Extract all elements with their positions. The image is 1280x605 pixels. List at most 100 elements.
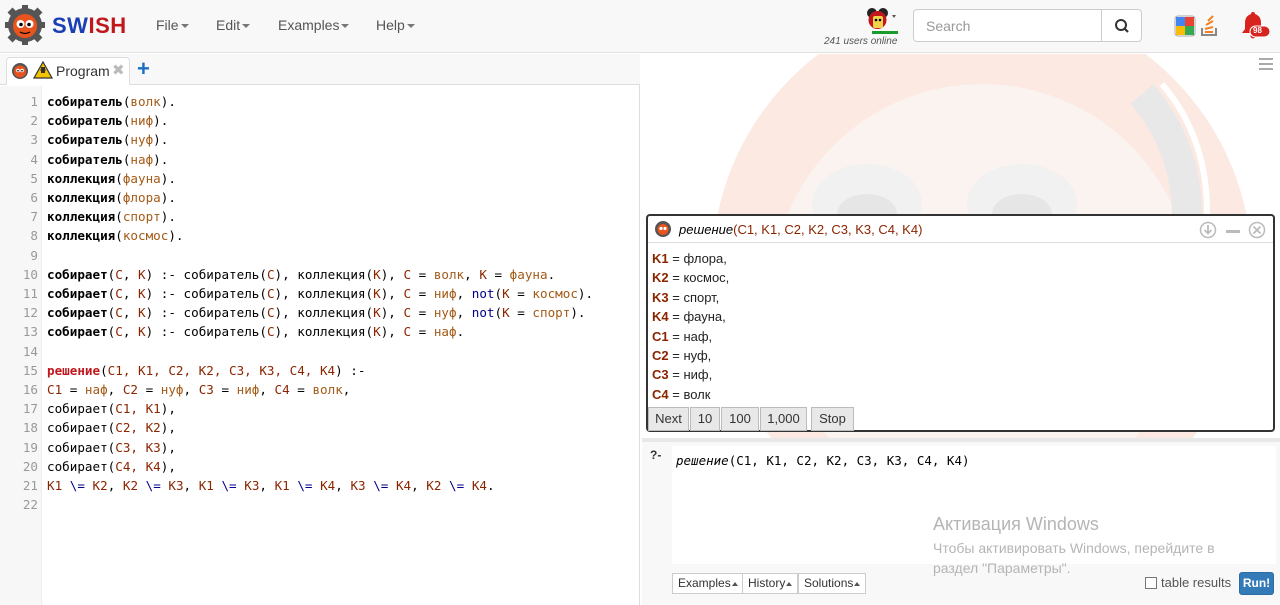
search-input[interactable]	[913, 9, 1102, 42]
code-token: собирает(	[47, 420, 116, 436]
code-line[interactable]: 1 собиратель(волк).	[0, 92, 640, 111]
code-token: =	[411, 286, 434, 301]
code-token: K4	[395, 478, 412, 493]
code-token: ).	[153, 132, 169, 148]
menu-file[interactable]: File	[156, 17, 189, 33]
code-token: спорт	[122, 209, 161, 225]
code-token: ) :-	[335, 362, 366, 378]
code-token: ).	[577, 286, 594, 301]
code-line[interactable]: 22	[0, 495, 640, 514]
code-line[interactable]: 5 коллекция(фауна).	[0, 169, 640, 188]
code-text: собиратель(нуф).	[47, 130, 168, 149]
code-token: C	[115, 266, 123, 282]
code-line[interactable]: 15 решение(C1, K1, C2, K2, C3, K3, C4, K4…	[0, 361, 640, 380]
code-line[interactable]: 13 собирает(C, K) :- собиратель(C), колле…	[0, 322, 640, 341]
add-tab-button[interactable]: +	[137, 56, 150, 82]
code-text: собирает(C4, K4),	[47, 457, 176, 476]
code-line[interactable]: 2 собиратель(ниф).	[0, 111, 640, 130]
code-line[interactable]: 14	[0, 342, 640, 361]
code-line[interactable]: 10 собирает(C, K) :- собиратель(C), колле…	[0, 265, 640, 284]
notifications-button[interactable]: 98	[1238, 10, 1271, 42]
google-stackoverflow-icon[interactable]	[1174, 14, 1222, 38]
code-line[interactable]: 7 коллекция(спорт).	[0, 207, 640, 226]
code-token: ,	[456, 286, 472, 301]
menu-help[interactable]: Help	[376, 17, 415, 33]
code-token: ), коллекция(	[274, 305, 374, 321]
code-token: наф	[84, 382, 108, 397]
binding-row: C2 = нуф,	[652, 348, 711, 363]
code-line[interactable]: 4 собиратель(наф).	[0, 150, 640, 169]
code-line[interactable]: 18 собирает(C2, K2),	[0, 418, 640, 437]
line-number: 11	[22, 286, 38, 301]
code-line[interactable]: 8 коллекция(космос).	[0, 226, 640, 245]
code-token: C	[403, 266, 412, 282]
close-icon[interactable]	[1248, 221, 1266, 239]
swish-logo-icon[interactable]	[4, 4, 46, 46]
code-token: космос	[122, 228, 169, 244]
code-token: ),	[380, 305, 404, 321]
code-token: ).	[570, 305, 586, 321]
next-button[interactable]: Next	[648, 407, 689, 431]
code-token: нуф	[130, 132, 154, 148]
code-token: коллекция	[47, 228, 116, 244]
code-token: =	[509, 286, 533, 301]
code-token: K1	[198, 478, 214, 493]
code-token: K2	[92, 478, 108, 493]
code-token: ,	[259, 382, 275, 397]
download-icon[interactable]	[1199, 221, 1217, 239]
menu-edit[interactable]: Edit	[216, 17, 251, 33]
user-avatar-icon[interactable]	[864, 6, 898, 32]
binding-value: = нуф,	[668, 348, 712, 363]
code-editor[interactable]: 1 собиратель(волк). 2 собиратель(ниф). 3 соби…	[0, 86, 640, 605]
line-number: 22	[22, 497, 38, 513]
examples-button[interactable]: Examples	[672, 573, 744, 594]
code-line[interactable]: 21 K1 \= K2, K2 \= K3, K1 \= K3, K1 \= K4…	[0, 476, 640, 495]
minimize-icon[interactable]	[1224, 221, 1242, 239]
next-10-button[interactable]: 10	[690, 407, 720, 431]
code-token: K	[138, 305, 146, 321]
code-token: ).	[160, 170, 176, 186]
run-button[interactable]: Run!	[1239, 572, 1274, 595]
code-line[interactable]: 12 собирает(C, K) :- собиратель(C), колле…	[0, 303, 640, 322]
stop-button[interactable]: Stop	[811, 407, 854, 431]
table-results-checkbox[interactable]	[1145, 577, 1157, 589]
code-line[interactable]: 6 коллекция(флора).	[0, 188, 640, 207]
next-100-button[interactable]: 100	[721, 407, 759, 431]
brand-title[interactable]: SWISH	[52, 13, 127, 39]
code-text: собирает(C, K) :- собиратель(C), коллекц…	[47, 265, 555, 284]
line-number: 10	[22, 266, 38, 282]
tab-program[interactable]: Program ✖	[6, 57, 130, 85]
code-line[interactable]: 16 C1 = наф, C2 = нуф, C3 = ниф, C4 = вол…	[0, 380, 640, 399]
code-token: (	[115, 209, 123, 225]
code-token: ,	[122, 266, 139, 282]
code-token: K	[373, 286, 381, 301]
code-token: K	[373, 305, 381, 321]
code-token: собирает(	[47, 401, 116, 417]
code-line[interactable]: 20 собирает(C4, K4),	[0, 457, 640, 476]
code-line[interactable]: 3 собиратель(нуф).	[0, 130, 640, 149]
code-token: фауна	[122, 170, 161, 186]
code-token: ,	[122, 286, 139, 301]
line-number: 1	[30, 94, 38, 109]
next-1000-button[interactable]: 1,000	[760, 407, 807, 431]
history-button[interactable]: History	[742, 573, 799, 594]
activation-watermark-line1: Чтобы активировать Windows, перейдите в	[933, 540, 1215, 556]
close-tab-icon[interactable]: ✖	[112, 61, 125, 79]
line-number: 20	[22, 458, 38, 474]
code-token: собиратель	[47, 94, 123, 109]
menu-hamburger-icon[interactable]	[1259, 58, 1273, 70]
caret-down-icon	[180, 24, 189, 29]
code-line[interactable]: 9	[0, 246, 640, 265]
code-token: C1	[47, 382, 63, 397]
solutions-button[interactable]: Solutions	[798, 573, 867, 594]
menu-examples[interactable]: Examples	[278, 17, 350, 33]
code-line[interactable]: 17 собирает(C1, K1),	[0, 399, 640, 418]
line-number: 14	[22, 343, 38, 359]
code-line[interactable]: 11 собирает(C, K) :- собиратель(C), колле…	[0, 284, 640, 303]
code-token: собирает	[47, 324, 108, 340]
code-line[interactable]: 19 собирает(C3, K3),	[0, 438, 640, 457]
code-text: решение(C1, K1, C2, K2, C3, K3, C4, K4) …	[47, 361, 365, 380]
code-token: K	[138, 266, 146, 282]
code-token: наф	[433, 324, 457, 340]
search-button[interactable]	[1101, 9, 1142, 42]
